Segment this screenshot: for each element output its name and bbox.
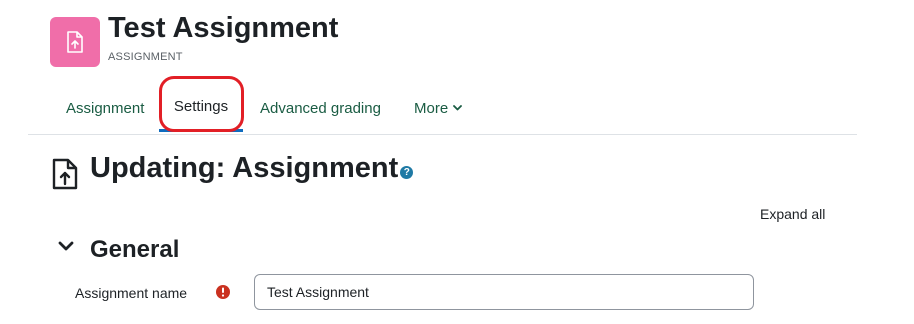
- help-icon[interactable]: ?: [400, 166, 414, 179]
- tab-more[interactable]: More: [414, 84, 463, 132]
- divider: [28, 134, 857, 135]
- section-title-general[interactable]: General: [90, 236, 179, 264]
- assignment-name-input[interactable]: [254, 274, 754, 310]
- file-upload-icon: [52, 158, 78, 190]
- tab-more-label: More: [414, 99, 449, 117]
- settings-tab-highlight-annotation: [159, 76, 244, 132]
- page-title-text: Updating: Assignment: [90, 152, 399, 184]
- tab-assignment[interactable]: Assignment: [66, 84, 144, 132]
- file-upload-icon: [67, 31, 83, 53]
- expand-all-link[interactable]: Expand all: [760, 206, 825, 222]
- activity-type-label: ASSIGNMENT: [108, 51, 183, 63]
- chevron-down-icon: [453, 105, 463, 111]
- page-title: Updating: Assignment ?: [90, 152, 414, 185]
- activity-title: Test Assignment: [108, 12, 339, 44]
- assignment-name-label: Assignment name: [75, 285, 188, 301]
- tab-advanced-grading[interactable]: Advanced grading: [260, 84, 381, 132]
- chevron-down-icon[interactable]: [58, 241, 74, 252]
- required-icon: [216, 285, 230, 299]
- activity-icon: [50, 17, 100, 67]
